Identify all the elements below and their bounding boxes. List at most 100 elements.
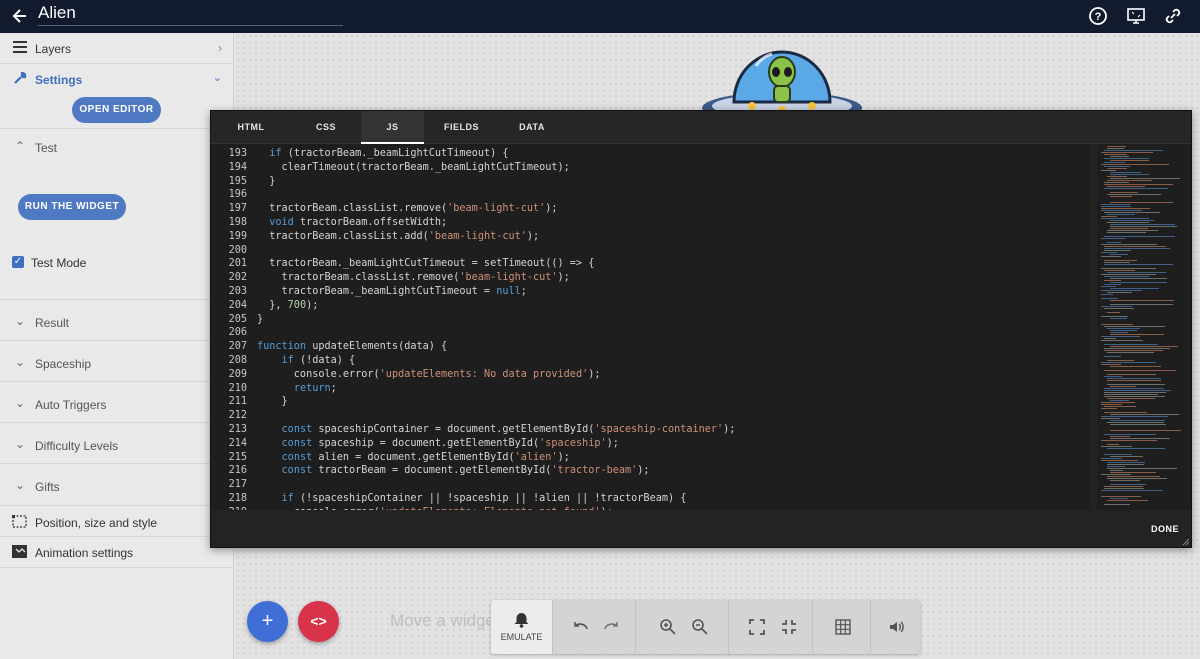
test-mode-checkbox[interactable]: ✓ [12,256,24,268]
divider [0,299,234,300]
code-line[interactable]: 213 const spaceshipContainer = document.… [211,423,1091,437]
minimap-line [1110,318,1128,319]
minimap-line [1107,312,1120,313]
section-spaceship[interactable]: ⌄ Spaceship [0,355,234,373]
section-gifts[interactable]: ⌄ Gifts [0,478,234,496]
code-line[interactable]: 215 const alien = document.getElementByI… [211,451,1091,465]
minimap-line [1110,470,1124,471]
zoom-out-icon[interactable] [691,618,709,636]
tab-fields[interactable]: FIELDS [424,111,499,144]
line-number: 202 [228,272,247,284]
minimap-line [1110,430,1182,431]
code-line[interactable]: 193 if (tractorBeam._beamLightCutTimeout… [211,147,1091,161]
resize-handle-icon[interactable] [1182,538,1190,546]
code-line[interactable]: 217 [211,478,1091,492]
minimap-line [1104,434,1156,435]
section-result[interactable]: ⌄ Result [0,314,234,332]
code-line[interactable]: 203 tractorBeam._beamLightCutTimeout = n… [211,285,1091,299]
fit-screen-icon[interactable] [780,618,798,636]
minimap-line [1104,406,1137,407]
help-icon[interactable]: ? [1088,6,1108,26]
line-number: 213 [228,424,247,435]
minimap-line [1110,226,1177,227]
code-text: } [257,313,264,325]
minimap-line [1110,436,1131,437]
project-title[interactable]: Alien [38,3,343,26]
position-size-style-label: Position, size and style [35,516,158,530]
code-line[interactable]: 216 const tractorBeam = document.getElem… [211,464,1091,478]
code-line[interactable]: 198 void tractorBeam.offsetWidth; [211,216,1091,230]
code-minimap[interactable] [1097,144,1191,510]
position-size-style-row[interactable]: Position, size and style [0,514,234,532]
code-text: tractorBeam._beamLightCutTimeout = null; [257,286,527,297]
code-line[interactable]: 202 tractorBeam.classList.remove('beam-l… [211,271,1091,285]
code-line[interactable]: 206 [211,326,1091,340]
section-difficulty-levels[interactable]: ⌄ Difficulty Levels [0,437,234,455]
code-line[interactable]: 200 [211,244,1091,258]
animation-settings-row[interactable]: Animation settings [0,544,234,562]
code-line[interactable]: 196 [211,188,1091,202]
code-line[interactable]: 214 const spaceship = document.getElemen… [211,437,1091,451]
tab-data[interactable]: DATA [499,111,565,144]
test-row[interactable]: ⌃ Test [0,139,234,157]
minimap-line [1101,298,1119,299]
code-line[interactable]: 204 }, 700); [211,299,1091,313]
minimap-line [1110,304,1173,305]
back-arrow-icon[interactable] [10,6,30,26]
test-mode-row[interactable]: ✓ Test Mode [0,255,234,273]
code-line[interactable]: 212 [211,409,1091,423]
minimap-line [1107,380,1162,381]
minimap-line [1101,404,1122,405]
minimap-line [1101,440,1157,441]
redo-icon[interactable] [603,618,621,636]
add-widget-button[interactable]: + [247,601,288,642]
run-widget-button[interactable]: RUN THE WIDGET [18,194,126,220]
code-line[interactable]: 199 tractorBeam.classList.add('beam-ligh… [211,230,1091,244]
zoom-in-icon[interactable] [659,618,677,636]
open-editor-button[interactable]: OPEN EDITOR [72,97,161,123]
code-line[interactable]: 207 function updateElements(data) { [211,340,1091,354]
minimap-line [1104,348,1171,349]
minimap-line [1101,460,1139,461]
preview-screen-icon[interactable] [1126,6,1146,26]
emulate-button[interactable]: EMULATE [491,600,552,654]
code-line[interactable]: 194 clearTimeout(tractorBeam._beamLightC… [211,161,1091,175]
done-button[interactable]: DONE [1151,524,1179,534]
line-number: 206 [228,327,247,339]
code-line[interactable]: 197 tractorBeam.classList.remove('beam-l… [211,202,1091,216]
code-area[interactable]: 193 if (tractorBeam._beamLightCutTimeout… [211,144,1091,510]
code-line[interactable]: 210 return; [211,382,1091,396]
tab-css[interactable]: CSS [291,111,361,144]
code-button[interactable]: <> [298,601,339,642]
layers-row[interactable]: Layers › [0,39,234,57]
minimap-line [1110,156,1130,157]
section-auto-triggers[interactable]: ⌄ Auto Triggers [0,396,234,414]
volume-icon[interactable] [888,618,906,636]
settings-row[interactable]: Settings ⌄ [0,70,234,88]
minimap-line [1101,446,1132,447]
minimap-line [1104,280,1122,281]
line-number: 215 [228,451,247,463]
minimap-line [1107,146,1126,147]
minimap-line [1104,390,1172,391]
code-line[interactable]: 205} [211,313,1091,327]
tab-js[interactable]: JS [361,111,424,144]
code-line[interactable]: 195 } [211,175,1091,189]
code-text: tractorBeam.classList.add('beam-light-cu… [257,230,540,242]
grid-icon[interactable] [834,618,852,636]
minimap-line [1110,480,1140,481]
code-line[interactable]: 208 if (!data) { [211,354,1091,368]
undo-icon[interactable] [571,618,589,636]
fullscreen-icon[interactable] [748,618,766,636]
minimap-line [1104,284,1122,285]
tab-html[interactable]: HTML [211,111,291,144]
minimap-line [1104,246,1166,247]
link-icon[interactable] [1163,6,1183,26]
code-line[interactable]: 211 } [211,395,1091,409]
minimap-line [1104,236,1176,237]
code-line[interactable]: 201 tractorBeam._beamLightCutTimeout = s… [211,257,1091,271]
line-number: 210 [228,382,247,394]
code-line[interactable]: 218 if (!spaceshipContainer || !spaceshi… [211,492,1091,506]
code-line[interactable]: 209 console.error('updateElements: No da… [211,368,1091,382]
line-number: 209 [228,368,247,380]
